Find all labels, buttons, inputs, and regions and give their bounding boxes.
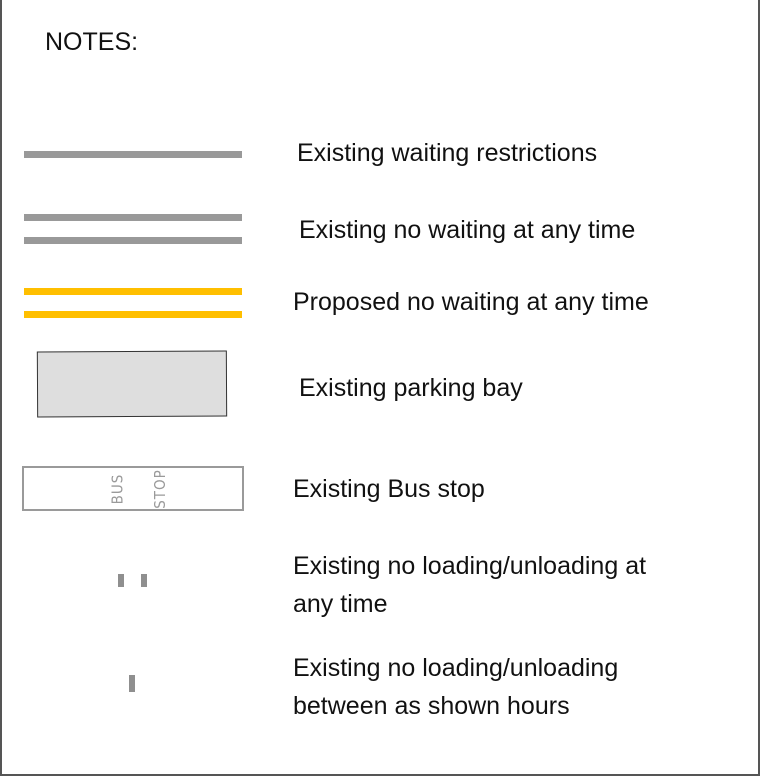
no-loading-any-time-label-line1: Existing no loading/unloading at [293,552,647,580]
no-loading-any-time-label-line2: any time [293,590,388,618]
existing-waiting-restrictions-label: Existing waiting restrictions [297,139,598,167]
existing-no-waiting-line-bottom [24,237,242,244]
no-loading-hours-tick [129,675,135,692]
existing-waiting-restrictions-line [24,151,242,158]
proposed-no-waiting-line-bottom [24,311,242,318]
parking-bay-label: Existing parking bay [299,374,523,402]
existing-no-waiting-label: Existing no waiting at any time [299,216,636,244]
stop-marking: STOP [150,468,169,509]
bus-marking: BUS [108,473,127,504]
proposed-no-waiting-label: Proposed no waiting at any time [293,288,649,316]
parking-bay-symbol [36,350,228,418]
no-loading-any-time-tick-right [141,574,147,587]
bus-stop-label: Existing Bus stop [293,475,485,503]
no-loading-any-time-tick-left [118,574,124,587]
existing-no-waiting-line-top [24,214,242,221]
no-loading-hours-label-line2: between as shown hours [293,692,570,720]
no-loading-hours-label-line1: Existing no loading/unloading [293,654,619,682]
proposed-no-waiting-line-top [24,288,242,295]
notes-title: NOTES: [45,28,139,56]
bus-stop-symbol: BUS STOP [22,466,244,511]
